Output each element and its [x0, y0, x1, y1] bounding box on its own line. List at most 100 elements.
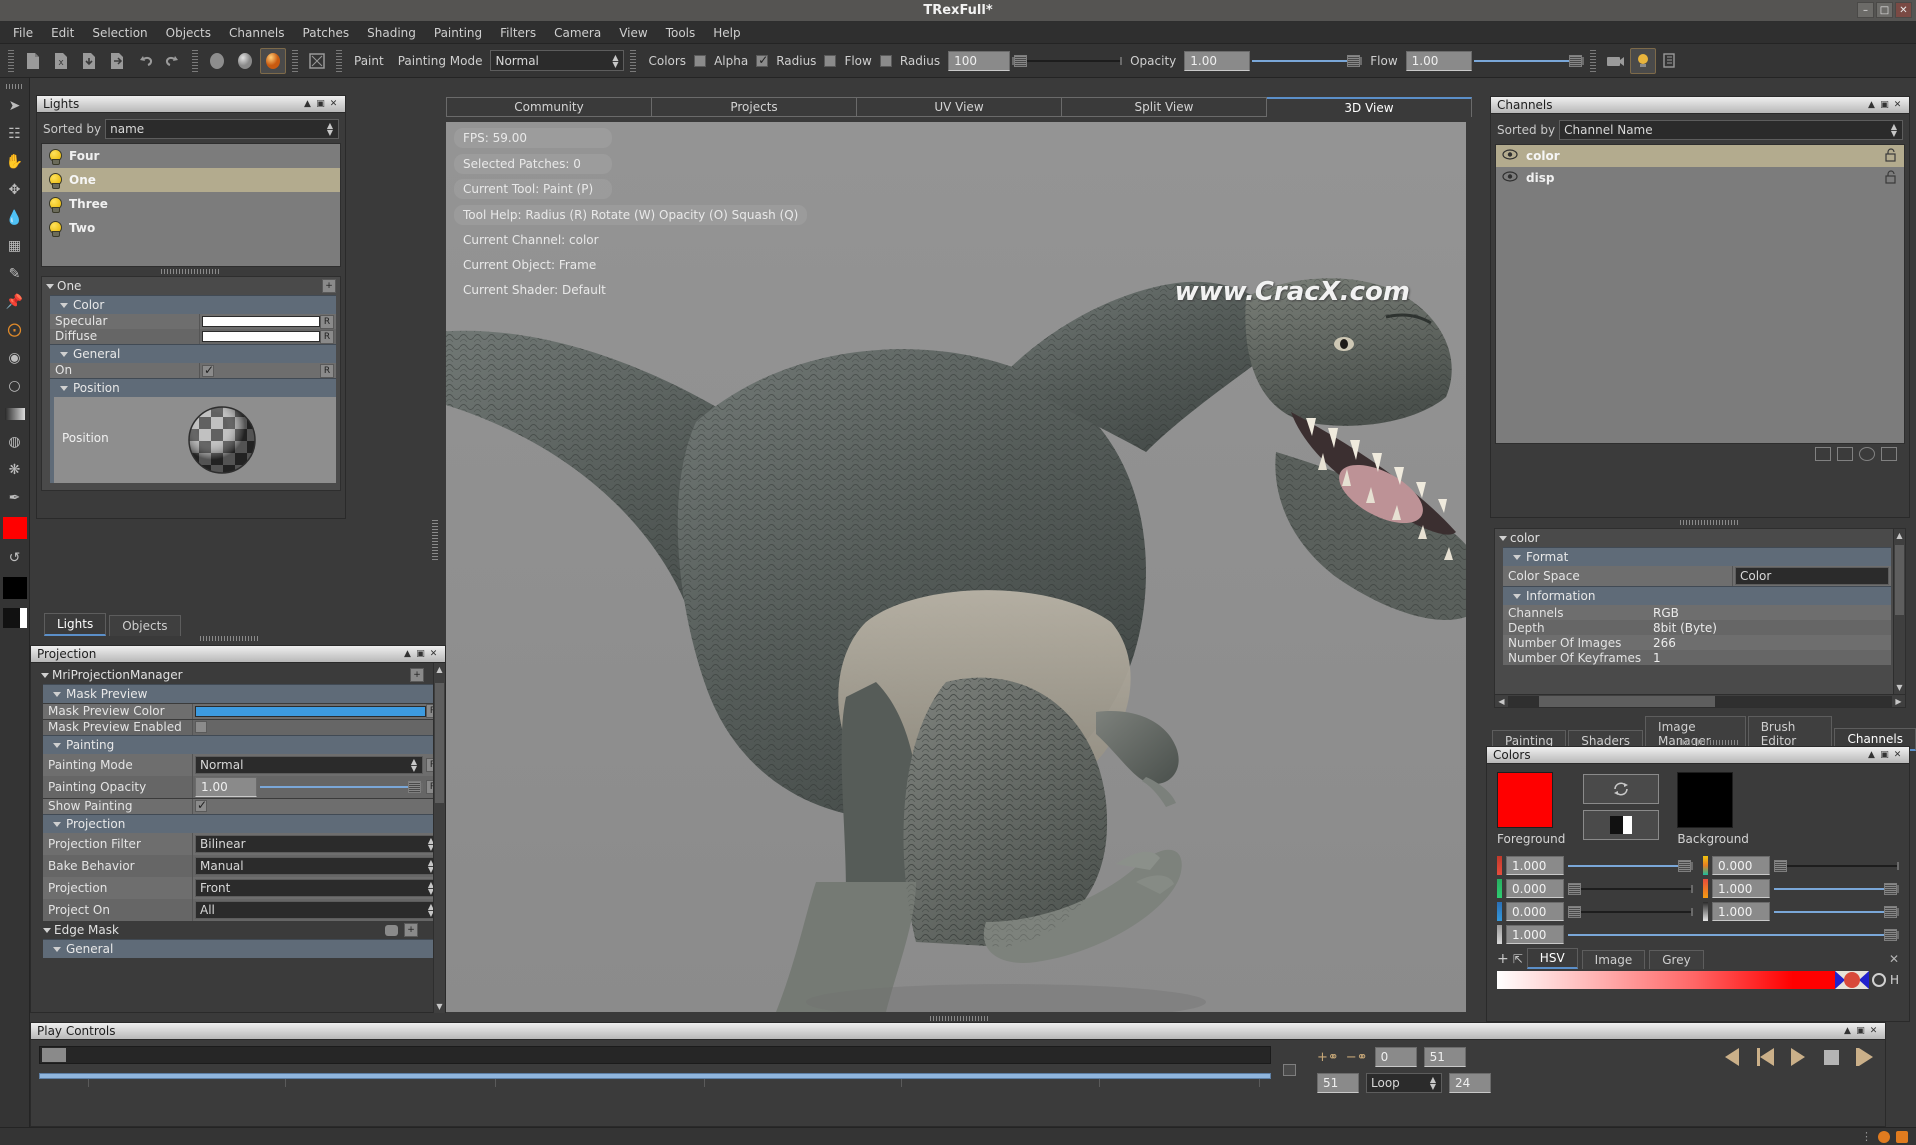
- light-properties-root[interactable]: One +: [42, 277, 340, 295]
- export-file-icon[interactable]: [104, 48, 130, 74]
- channel-props-root[interactable]: color: [1495, 529, 1905, 547]
- blur-icon[interactable]: ◍: [2, 429, 28, 455]
- add-icon[interactable]: +: [1497, 951, 1509, 969]
- tab-community[interactable]: Community: [446, 97, 652, 117]
- add-property-button[interactable]: +: [322, 279, 336, 293]
- group-position[interactable]: Position: [50, 378, 336, 397]
- timeline-playhead[interactable]: [42, 1048, 66, 1062]
- projection-filter-select[interactable]: Bilinear ▲▼: [195, 835, 440, 853]
- triangle-down-icon[interactable]: [1513, 594, 1521, 599]
- group-projection[interactable]: Projection: [43, 814, 442, 833]
- opacity-input[interactable]: 1.00: [1184, 51, 1250, 71]
- project-on-select[interactable]: All ▲▼: [195, 901, 440, 919]
- saturation-input[interactable]: 1.000: [1712, 879, 1770, 898]
- list-item[interactable]: Three: [42, 192, 340, 216]
- triangle-down-icon[interactable]: [53, 822, 61, 827]
- lights-panel-header[interactable]: Lights ▲ ▣ ✕: [37, 96, 345, 113]
- chevron-updown-icon[interactable]: ▲▼: [1427, 1076, 1439, 1090]
- timeline-track[interactable]: [39, 1046, 1271, 1064]
- list-item[interactable]: disp: [1496, 167, 1904, 189]
- collapse-icon[interactable]: ▲: [302, 99, 313, 110]
- menu-shading[interactable]: Shading: [358, 23, 425, 43]
- render-icon[interactable]: [1878, 1131, 1890, 1143]
- chevron-updown-icon[interactable]: ▲▼: [408, 759, 420, 771]
- unlock-icon[interactable]: [1884, 170, 1898, 187]
- minimize-button[interactable]: –: [1857, 2, 1874, 18]
- 3d-viewport[interactable]: FPS: 59.00 Selected Patches: 0 Current T…: [446, 122, 1466, 1012]
- eye-icon[interactable]: [1502, 171, 1518, 185]
- swap-colors-icon[interactable]: ↺: [2, 545, 28, 571]
- dropper-icon[interactable]: ✒: [2, 485, 28, 511]
- scroll-right-icon[interactable]: ▶: [1892, 697, 1905, 706]
- hue-wheel-icon[interactable]: [1835, 971, 1869, 989]
- refresh-channel-icon[interactable]: [1859, 447, 1875, 461]
- go-start-icon[interactable]: [1752, 1046, 1778, 1068]
- foreground-color-swatch[interactable]: [1497, 772, 1553, 828]
- close-button[interactable]: ✕: [1895, 2, 1912, 18]
- close-icon[interactable]: ✕: [1892, 100, 1903, 111]
- channels-panel-header[interactable]: Channels ▲ ▣ ✕: [1491, 97, 1909, 114]
- splitter-handle[interactable]: [930, 1016, 990, 1021]
- hue-input[interactable]: 0.000: [1712, 856, 1770, 875]
- background-color-swatch[interactable]: [1677, 772, 1733, 828]
- close-icon[interactable]: ✕: [428, 649, 439, 660]
- group-color[interactable]: Color: [50, 295, 336, 314]
- toolbar-grip-6[interactable]: [1590, 50, 1596, 72]
- triangle-down-icon[interactable]: [60, 352, 68, 357]
- maximize-button[interactable]: □: [1876, 2, 1893, 18]
- menu-view[interactable]: View: [610, 23, 656, 43]
- marquee-select-icon[interactable]: ☷: [2, 121, 28, 147]
- channels-sort-select[interactable]: Channel Name ▲▼: [1559, 120, 1903, 140]
- splitter-handle[interactable]: [200, 636, 260, 641]
- float-icon[interactable]: ▣: [315, 99, 326, 110]
- menu-painting[interactable]: Painting: [425, 23, 491, 43]
- toolbar-grip-3[interactable]: [292, 50, 298, 72]
- splitter-handle[interactable]: [1680, 740, 1740, 745]
- remove-keyframe-icon[interactable]: −⚭: [1346, 1050, 1368, 1065]
- color-wheel-toggle-icon[interactable]: [1872, 973, 1886, 987]
- triangle-down-icon[interactable]: [1513, 555, 1521, 560]
- list-item[interactable]: color: [1496, 145, 1904, 167]
- splitter-handle[interactable]: [1680, 520, 1740, 525]
- sphere-grey-icon[interactable]: [204, 48, 230, 74]
- splitter-handle[interactable]: [161, 269, 221, 274]
- timeline-knob[interactable]: [1283, 1046, 1305, 1093]
- position-sphere-widget[interactable]: [109, 397, 336, 483]
- value-slider[interactable]: [1774, 904, 1899, 920]
- triangle-down-icon[interactable]: [46, 284, 54, 289]
- blue-slider[interactable]: [1568, 904, 1693, 920]
- float-icon[interactable]: ▣: [1879, 100, 1890, 111]
- saturation-ramp[interactable]: [1497, 971, 1793, 989]
- menu-camera[interactable]: Camera: [545, 23, 610, 43]
- tab-grey[interactable]: Grey: [1649, 950, 1703, 969]
- tab-objects[interactable]: Objects: [109, 615, 180, 636]
- menu-objects[interactable]: Objects: [157, 23, 220, 43]
- bake-behavior-select[interactable]: Manual ▲▼: [195, 857, 440, 875]
- gradient-icon[interactable]: [2, 401, 28, 427]
- lightbulb-toggle-icon[interactable]: [1630, 48, 1656, 74]
- toolbar-grip-4[interactable]: [336, 50, 342, 72]
- smudge-icon[interactable]: ◉: [2, 345, 28, 371]
- go-end-icon[interactable]: [1851, 1046, 1877, 1068]
- flow-slider[interactable]: [1474, 53, 1584, 69]
- color-space-select[interactable]: Color: [1735, 567, 1889, 585]
- tab-split-view[interactable]: Split View: [1062, 97, 1267, 117]
- range-start-input[interactable]: 0: [1375, 1047, 1417, 1067]
- download-icon[interactable]: [1896, 1131, 1908, 1143]
- layers-icon[interactable]: [1658, 48, 1684, 74]
- add-channel-icon[interactable]: [1815, 447, 1831, 461]
- group-general[interactable]: General: [43, 939, 442, 958]
- pan-hand-icon[interactable]: ✋: [2, 149, 28, 175]
- red-input[interactable]: 1.000: [1506, 856, 1564, 875]
- toolbar-grip-2[interactable]: [192, 50, 198, 72]
- menu-edit[interactable]: Edit: [42, 23, 83, 43]
- play-icon[interactable]: [1785, 1046, 1811, 1068]
- tab-lights[interactable]: Lights: [44, 613, 106, 636]
- paint-brush-icon[interactable]: ✎: [2, 261, 28, 287]
- group-edge-mask[interactable]: Edge Mask +: [43, 921, 442, 939]
- projection-root-row[interactable]: MriProjectionManager +: [37, 666, 442, 684]
- undo-icon[interactable]: [132, 48, 158, 74]
- chevron-updown-icon[interactable]: ▲▼: [324, 122, 336, 136]
- menu-tools[interactable]: Tools: [657, 23, 705, 43]
- float-icon[interactable]: ▣: [415, 649, 426, 660]
